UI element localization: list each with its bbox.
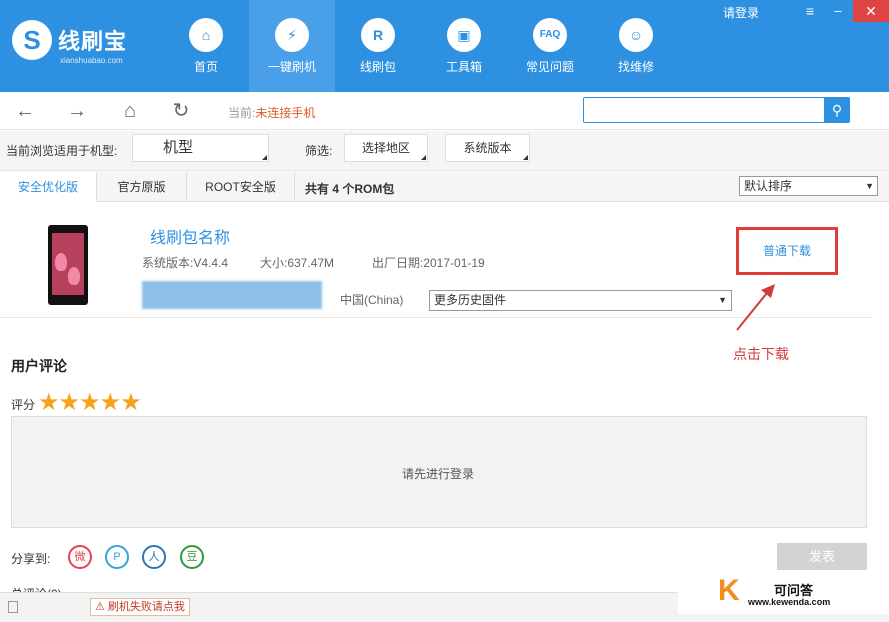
click-download-tip: 点击下载 xyxy=(733,346,789,362)
tab-official[interactable]: 官方原版 xyxy=(97,172,187,202)
nav-toolbox[interactable]: ▣ 工具箱 xyxy=(421,0,507,92)
flash-icon: ⚡ xyxy=(275,18,309,52)
nav-faq[interactable]: FAQ 常见问题 xyxy=(507,0,593,92)
back-icon[interactable]: ← xyxy=(12,98,38,124)
history-firmware-select[interactable]: 更多历史固件 xyxy=(429,290,732,311)
logo-subtitle: xianshuabao.com xyxy=(60,56,123,65)
login-tip: 请先进行登录 xyxy=(402,467,475,481)
close-icon[interactable]: ✕ xyxy=(853,0,889,22)
star-icon[interactable]: ★ xyxy=(59,389,81,416)
faq-icon: FAQ xyxy=(533,18,567,52)
nav-repair[interactable]: ☺ 找维修 xyxy=(593,0,679,92)
flash-failed-link[interactable]: ⚠ 刷机失败请点我 xyxy=(90,598,190,616)
rom-name-link[interactable]: 线刷包名称 xyxy=(150,224,230,248)
rom-date: 出厂日期:2017-01-19 xyxy=(372,256,485,270)
renren-icon[interactable]: 人 xyxy=(142,545,166,569)
send-button[interactable]: 发表 xyxy=(777,543,867,571)
repair-icon: ☺ xyxy=(619,18,653,52)
download-button[interactable]: 普通下载 xyxy=(736,227,838,275)
connection-status-value: 未连接手机 xyxy=(255,106,316,120)
rom-region: 中国(China) xyxy=(340,293,404,307)
nav-rom-package[interactable]: R 线刷包 xyxy=(335,0,421,92)
sort-select[interactable]: 默认排序 xyxy=(739,176,878,196)
model-select[interactable]: 机型 xyxy=(132,134,269,162)
arrow-icon xyxy=(736,284,775,331)
nav-home[interactable]: ⌂ 首页 xyxy=(163,0,249,92)
region-select-button[interactable]: 选择地区 xyxy=(344,134,428,162)
rating-stars[interactable]: ★★★★★ xyxy=(38,388,142,417)
watermark-logo: K xyxy=(718,574,740,607)
comments-title: 用户评论 xyxy=(11,358,67,374)
search-icon[interactable]: ⚲ xyxy=(824,98,850,122)
phone-status-icon xyxy=(8,601,18,613)
refresh-icon[interactable]: ↻ xyxy=(168,98,194,124)
connection-status: 当前:未连接手机 xyxy=(228,106,316,120)
login-link[interactable]: 请登录 xyxy=(723,4,759,21)
rom-size: 大小:637.47M xyxy=(260,256,335,270)
nav-one-click-flash[interactable]: ⚡ 一键刷机 xyxy=(249,0,335,92)
star-icon[interactable]: ★ xyxy=(79,389,101,416)
douban-icon[interactable]: 豆 xyxy=(180,545,204,569)
logo-icon: S xyxy=(12,20,52,60)
tencent-weibo-icon[interactable]: P xyxy=(105,545,129,569)
app-logo: S 线刷宝 xianshuabao.com xyxy=(12,20,162,70)
filter-label: 筛选: xyxy=(305,144,333,158)
menu-icon[interactable]: ≡ xyxy=(796,0,824,22)
rom-count: 共有 4 个ROM包 xyxy=(305,182,395,196)
star-icon[interactable]: ★ xyxy=(120,389,142,416)
toolbox-icon: ▣ xyxy=(447,18,481,52)
watermark-url: www.kewenda.com xyxy=(748,597,831,607)
logo-title: 线刷宝 xyxy=(58,29,128,54)
minimize-icon[interactable]: − xyxy=(824,0,852,22)
tab-safe-optimized[interactable]: 安全优化版 xyxy=(0,172,97,202)
search-input[interactable] xyxy=(583,97,850,123)
star-icon[interactable]: ★ xyxy=(100,389,122,416)
top-header: S 线刷宝 xianshuabao.com ⌂ 首页 ⚡ 一键刷机 R 线刷包 … xyxy=(0,0,889,92)
home-nav-icon[interactable]: ⌂ xyxy=(117,98,143,124)
star-icon[interactable]: ★ xyxy=(38,389,60,416)
blurred-rom-id xyxy=(142,281,322,309)
home-icon: ⌂ xyxy=(189,18,223,52)
phone-image xyxy=(48,225,88,305)
model-label: 当前浏览适用于机型: xyxy=(6,144,118,158)
weibo-icon[interactable]: 微 xyxy=(68,545,92,569)
tab-root-safe[interactable]: ROOT安全版 xyxy=(187,172,295,202)
watermark: K 可问答 www.kewenda.com xyxy=(678,570,889,614)
rom-version: 系统版本:V4.4.4 xyxy=(142,256,229,270)
share-label: 分享到: xyxy=(11,552,51,566)
version-select-button[interactable]: 系统版本 xyxy=(445,134,530,162)
rating-label: 评分 xyxy=(11,398,36,412)
package-icon: R xyxy=(361,18,395,52)
forward-icon[interactable]: → xyxy=(64,98,90,124)
filter-bar: 当前浏览适用于机型: 机型 筛选: 选择地区 系统版本 xyxy=(0,131,889,171)
